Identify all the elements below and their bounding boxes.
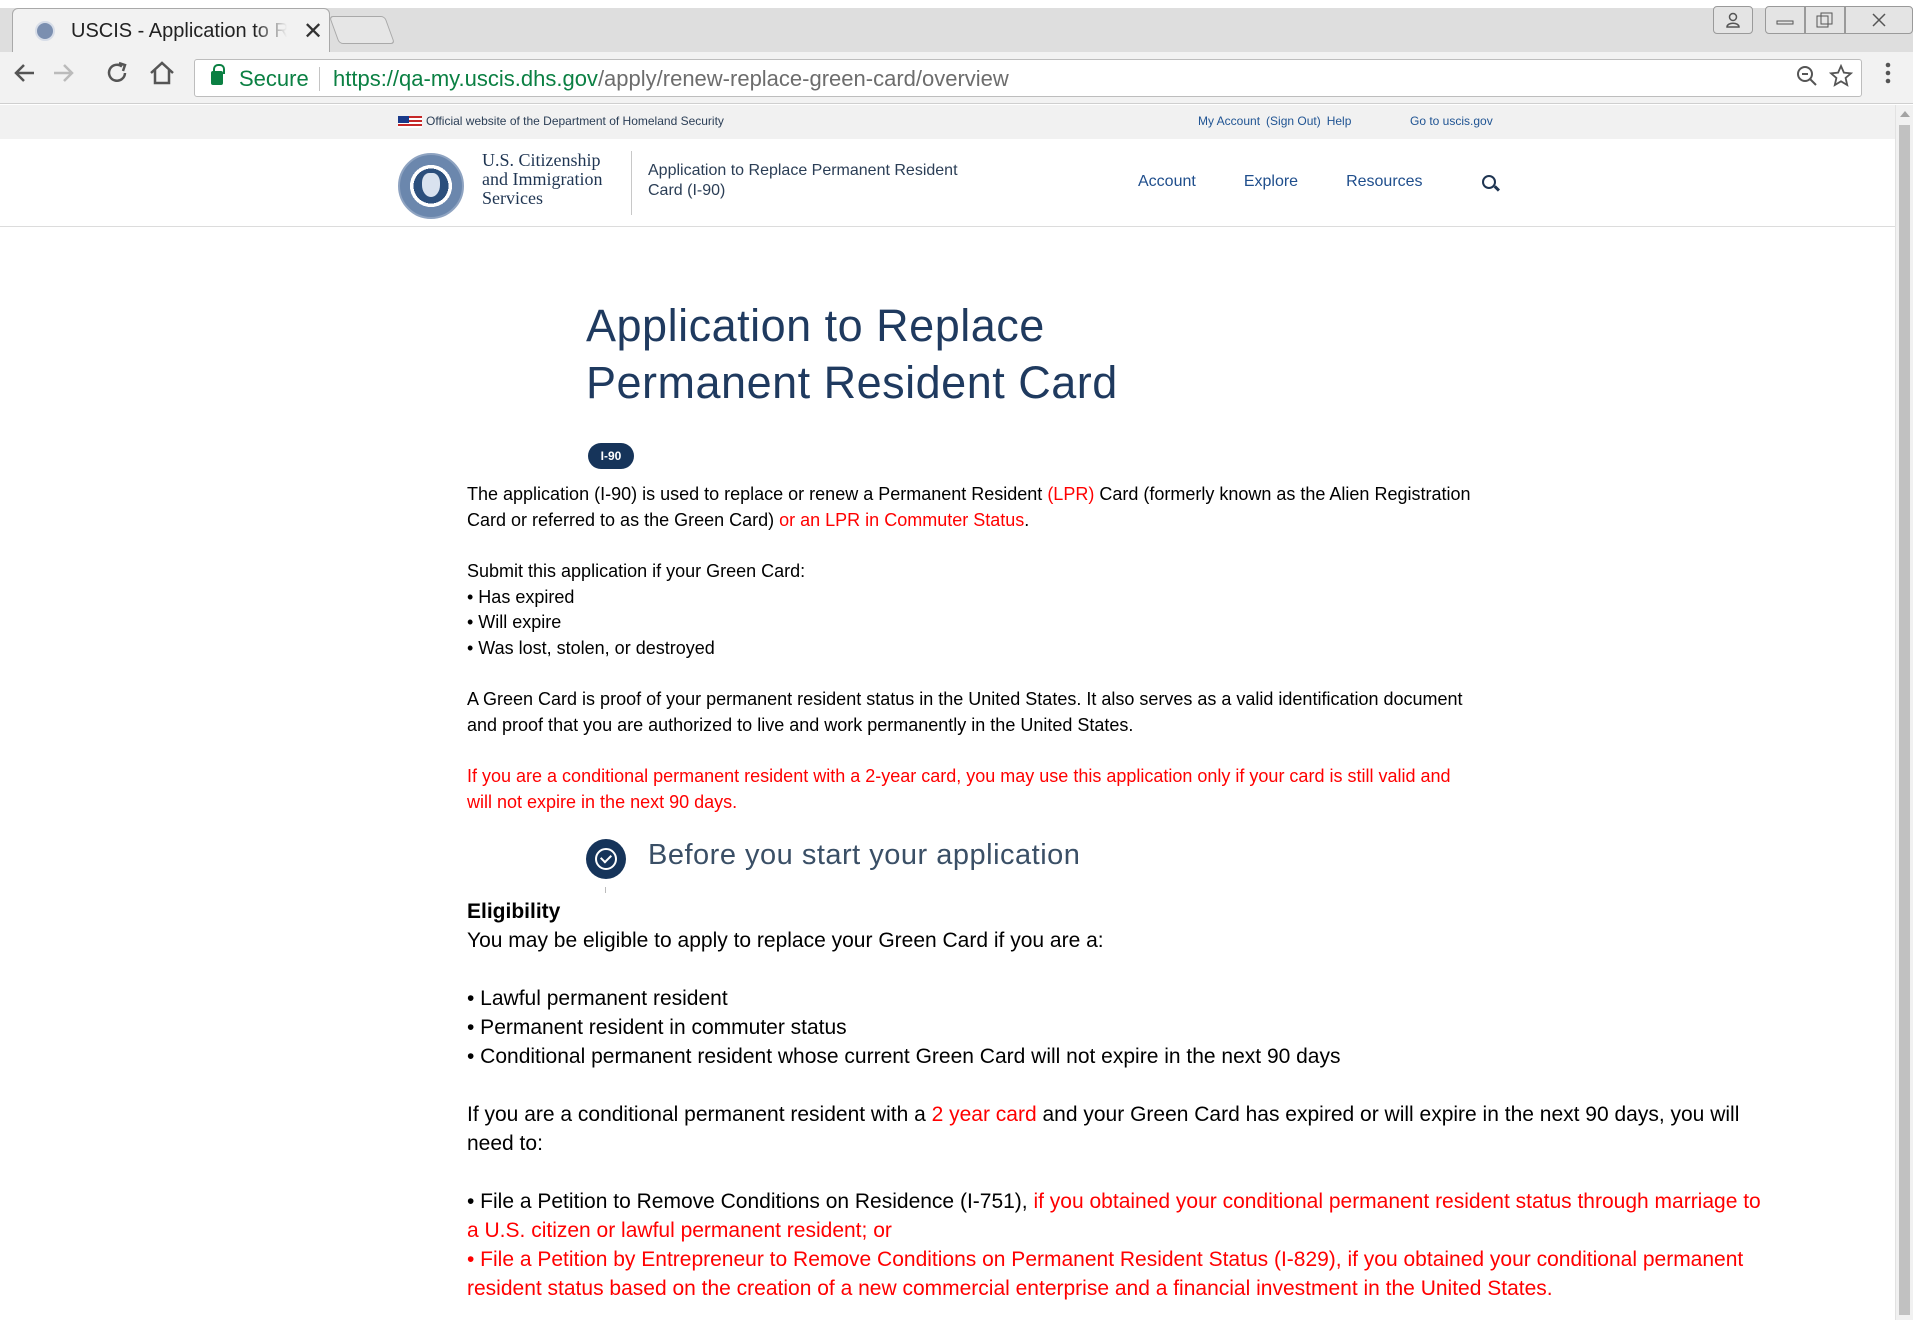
conditional-line: will not expire in the next 90 days. — [467, 791, 738, 812]
eligibility-text: and your Green Card has expired or will … — [1036, 1103, 1740, 1126]
lock-icon — [211, 64, 225, 85]
submit-heading: Submit this application if your Green Ca… — [467, 561, 806, 581]
new-tab-button[interactable] — [328, 16, 396, 44]
conditional-note: If you are a conditional permanent resid… — [467, 764, 1887, 815]
tab-close-icon[interactable]: ✕ — [303, 17, 323, 46]
star-icon[interactable] — [1828, 63, 1854, 95]
list-item: • Lawful permanent resident — [467, 987, 728, 1010]
two-year-card-text: 2 year card — [931, 1103, 1037, 1126]
url-host: https://qa-my.uscis.dhs.gov — [333, 66, 598, 91]
proof-line: A Green Card is proof of your permanent … — [467, 689, 1463, 709]
proof-paragraph: A Green Card is proof of your permanent … — [467, 687, 1887, 738]
official-website-text: Official website of the Department of Ho… — [426, 114, 724, 128]
restore-icon[interactable] — [1805, 6, 1845, 34]
eligibility-text: If you are a conditional permanent resid… — [467, 1103, 932, 1126]
browser-toolbar: Secure https://qa-my.uscis.dhs.gov/apply… — [0, 52, 1913, 104]
intro-lpr: (LPR) — [1047, 484, 1095, 504]
page-title: Application to Replace Permanent Residen… — [586, 297, 1118, 411]
site-header: U.S. Citizenship and Immigration Service… — [0, 139, 1895, 227]
forward-arrow-icon[interactable] — [50, 60, 76, 94]
tab-title: USCIS - Application to Replace — [71, 20, 287, 42]
gov-banner: Official website of the Department of Ho… — [0, 105, 1895, 139]
header-application-title: Application to Replace Permanent Residen… — [648, 162, 958, 199]
page-viewport: Official website of the Department of Ho… — [0, 105, 1895, 1320]
sign-out-link[interactable]: (Sign Out) — [1266, 114, 1321, 128]
close-window-icon[interactable] — [1845, 6, 1913, 34]
agency-line: and Immigration — [482, 169, 603, 189]
profile-icon[interactable] — [1713, 6, 1753, 34]
intro-text: The application (I-90) is used to replac… — [467, 484, 1048, 504]
eligibility-heading: Eligibility — [467, 900, 561, 923]
list-item: • Conditional permanent resident whose c… — [467, 1045, 1341, 1068]
menu-icon[interactable] — [1884, 60, 1892, 93]
help-link[interactable]: Help — [1327, 114, 1352, 128]
back-arrow-icon[interactable] — [12, 60, 38, 94]
list-item: • Was lost, stolen, or destroyed — [467, 637, 715, 658]
search-icon[interactable] — [1482, 175, 1496, 189]
eligibility-text: need to: — [467, 1132, 543, 1155]
conditional-line: If you are a conditional permanent resid… — [467, 766, 1451, 786]
intro-text: Card or referred to as the Green Card) — [467, 509, 780, 530]
intro-text: . — [1024, 509, 1030, 530]
home-icon[interactable] — [148, 60, 176, 94]
zoom-icon[interactable] — [1795, 64, 1819, 95]
omnibox-divider — [319, 67, 320, 91]
reload-icon[interactable] — [104, 60, 130, 94]
scrollbar-thumb[interactable] — [1899, 125, 1910, 1315]
file-i751-text: • File a Petition to Remove Conditions o… — [467, 1190, 1034, 1213]
intro-paragraph: The application (I-90) is used to replac… — [467, 482, 1887, 533]
list-item: • Will expire — [467, 612, 562, 632]
eligibility-section: Eligibility You may be eligible to apply… — [467, 897, 1887, 1303]
agency-line: Services — [482, 188, 543, 208]
nav-account[interactable]: Account — [1138, 173, 1196, 191]
before-you-start-title: Before you start your application — [648, 839, 1081, 871]
account-links: My Account (Sign Out) Help — [1198, 114, 1351, 128]
dhs-seal-icon[interactable] — [398, 153, 464, 219]
browser-tab[interactable]: USCIS - Application to Replace ✕ — [12, 8, 330, 52]
form-number-badge: I-90 — [588, 443, 634, 469]
url-text: https://qa-my.uscis.dhs.gov/apply/renew-… — [333, 66, 1009, 92]
eligibility-intro: You may be eligible to apply to replace … — [467, 929, 1104, 952]
header-divider — [631, 151, 632, 215]
list-item: • Has expired — [467, 586, 575, 607]
submit-section: Submit this application if your Green Ca… — [467, 559, 1887, 661]
agency-name[interactable]: U.S. Citizenship and Immigration Service… — [482, 151, 612, 208]
page-title-line: Application to Replace — [586, 300, 1045, 351]
secure-label: Secure — [239, 66, 309, 91]
check-circle-icon — [586, 839, 626, 879]
file-i751-condition: if you obtained your conditional permane… — [1033, 1190, 1761, 1213]
intro-text: Card (formerly known as the Alien Regist… — [1094, 484, 1471, 504]
window-controls — [1713, 6, 1913, 36]
agency-line: U.S. Citizenship — [482, 150, 601, 170]
browser-titlebar: USCIS - Application to Replace ✕ — [0, 0, 1913, 52]
main-nav: Account Explore Resources — [1138, 173, 1471, 191]
minimize-icon[interactable] — [1765, 6, 1805, 34]
goto-uscis-link[interactable]: Go to uscis.gov — [1410, 114, 1493, 128]
nav-resources[interactable]: Resources — [1346, 173, 1422, 191]
page-title-line: Permanent Resident Card — [586, 357, 1118, 408]
intro-commuter: or an LPR in Commuter Status — [779, 509, 1025, 530]
proof-line: and proof that you are authorized to liv… — [467, 714, 1134, 735]
uscis-favicon-icon — [35, 21, 55, 41]
list-item: • Permanent resident in commuter status — [467, 1016, 847, 1039]
file-i829-text: resident status based on the creation of… — [467, 1277, 1553, 1300]
file-i829-text: • File a Petition by Entrepreneur to Rem… — [467, 1248, 1744, 1271]
scroll-up-arrow-icon[interactable] — [1900, 111, 1910, 117]
nav-explore[interactable]: Explore — [1244, 173, 1298, 191]
divider-mark — [605, 887, 606, 893]
url-path: /apply/renew-replace-green-card/overview — [597, 66, 1009, 91]
address-bar[interactable]: Secure https://qa-my.uscis.dhs.gov/apply… — [194, 59, 1862, 97]
vertical-scrollbar[interactable] — [1895, 105, 1913, 1320]
file-i751-condition: a U.S. citizen or lawful permanent resid… — [467, 1219, 892, 1242]
us-flag-icon — [398, 116, 422, 128]
my-account-link[interactable]: My Account — [1198, 114, 1260, 128]
